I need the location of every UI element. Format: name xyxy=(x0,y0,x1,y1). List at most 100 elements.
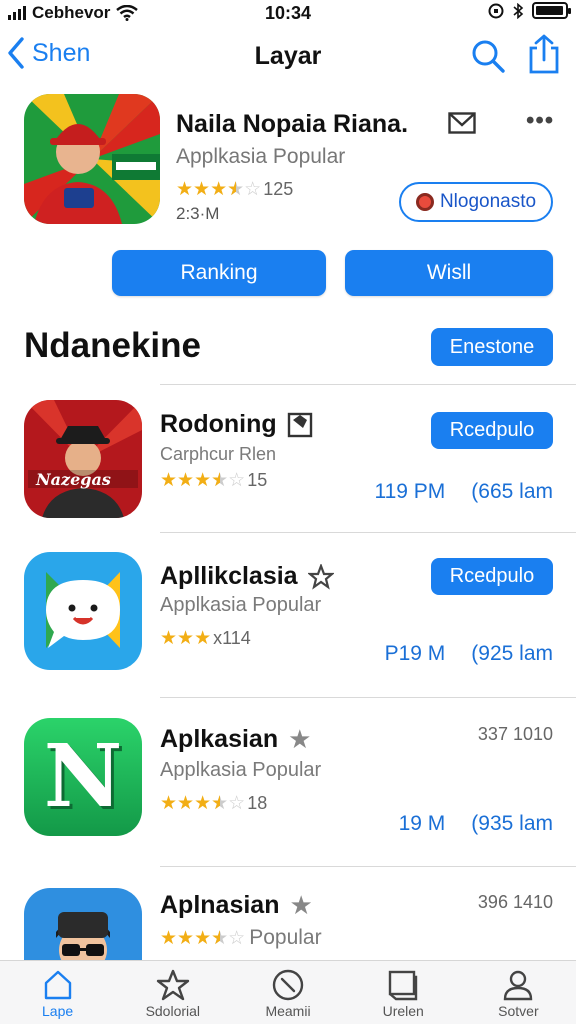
divider xyxy=(160,866,576,867)
app-artwork xyxy=(24,552,142,670)
status-bar: Cebhevor 10:34 xyxy=(0,0,576,26)
battery-level xyxy=(536,6,563,15)
app-meta: 19 M (935 lam xyxy=(399,812,553,836)
app-meta: 119 PM (665 lam xyxy=(374,480,553,504)
chevron-left-icon xyxy=(8,37,24,69)
get-button[interactable]: Rcedpulo xyxy=(431,412,553,449)
app-size: (935 lam xyxy=(471,812,553,835)
tab-home[interactable]: Lape xyxy=(0,961,115,1024)
app-artwork xyxy=(24,888,142,960)
rating-stars: ★★★★★☆ xyxy=(176,179,262,200)
star-icon xyxy=(156,969,189,1001)
featured-app: Naila Nopaia Riana. ••• Applkasia Popula… xyxy=(0,92,576,307)
app-time: P19 M xyxy=(384,642,446,665)
app-icon-text: N xyxy=(43,726,123,827)
app-name: Apllikclasia xyxy=(160,562,298,590)
app-size: (925 lam xyxy=(471,642,553,665)
more-button[interactable]: ••• xyxy=(526,109,554,133)
tab-label: Sdolorial xyxy=(145,1003,201,1019)
app-icon-text: Nazegas xyxy=(36,470,111,489)
list-item[interactable]: N Aplkasian ★ 337 1010 Applkasia Popular… xyxy=(0,702,576,862)
app-rating: ★★★★★☆ Popular xyxy=(160,926,322,950)
more-icon: ••• xyxy=(526,107,555,134)
app-subtitle: Applkasia Popular xyxy=(160,594,322,616)
share-icon xyxy=(529,34,559,74)
app-name: Rodoning xyxy=(160,410,277,438)
app-icon xyxy=(24,888,142,960)
back-button[interactable]: Shen xyxy=(6,36,90,70)
featured-app-title: Naila Nopaia Riana. xyxy=(176,110,409,138)
app-subtitle: Applkasia Popular xyxy=(160,759,322,781)
featured-app-artwork xyxy=(24,94,160,224)
app-artwork xyxy=(24,400,142,518)
app-subtitle: Popular xyxy=(249,926,322,949)
rating-count: 15 xyxy=(247,470,268,490)
divider xyxy=(160,532,576,533)
app-size: (665 lam xyxy=(471,480,553,503)
mail-button[interactable] xyxy=(448,112,476,139)
rating-count: x114 xyxy=(213,628,251,648)
app-title: Rodoning xyxy=(160,410,313,439)
list-item[interactable]: Aplnasian ★ 396 1410 ★★★★★☆ Popular xyxy=(0,870,576,960)
developer-dot-icon xyxy=(415,193,434,211)
get-button[interactable]: Rcedpulo xyxy=(431,558,553,595)
battery-icon xyxy=(532,2,571,19)
app-rating: ★★★ x114 xyxy=(160,627,251,650)
app-rating: ★★★★★☆ 18 xyxy=(160,792,267,815)
tab-bar: Lape Sdolorial Meamii Urelen Sotver xyxy=(0,960,576,1024)
section-title: Ndanekine xyxy=(24,326,201,365)
app-time: 19 M xyxy=(398,812,446,835)
tab-featured[interactable]: Sdolorial xyxy=(115,961,230,1024)
rating-stars: ★★★★★☆ xyxy=(160,793,246,814)
status-right xyxy=(488,2,571,19)
app-subtitle: Carphcur Rlen xyxy=(160,444,277,464)
featured-app-icon[interactable] xyxy=(24,94,160,224)
divider xyxy=(160,697,576,698)
person-icon xyxy=(504,970,533,1001)
rating-count: 18 xyxy=(247,793,268,813)
nav-bar: Shen Layar xyxy=(0,30,576,82)
app-rating: ★★★★★☆ 15 xyxy=(160,469,267,492)
rating-stars: ★★★★★☆ xyxy=(160,470,246,491)
search-icon xyxy=(472,40,505,73)
star-icon: ★ xyxy=(289,890,313,920)
search-button[interactable] xyxy=(470,38,506,79)
app-icon: Nazegas xyxy=(24,400,142,518)
tab-label: Lape xyxy=(42,1003,74,1019)
tab-profile[interactable]: Sotver xyxy=(461,961,576,1024)
share-button[interactable] xyxy=(526,34,562,79)
list-item[interactable]: Nazegas Rodoning Carphcur Rlen ★★★★★☆ 15… xyxy=(0,384,576,544)
app-title: Apllikclasia xyxy=(160,562,334,591)
badge-icon xyxy=(287,412,312,437)
app-title: Aplkasian ★ xyxy=(160,724,311,755)
star-icon: ★ xyxy=(288,724,312,754)
rating-count: 125 xyxy=(263,179,294,199)
rating-stars: ★★★★★☆ xyxy=(160,927,246,949)
app-title: Aplnasian ★ xyxy=(160,890,313,921)
rating-stars: ★★★ xyxy=(160,628,212,649)
tab-screens[interactable]: Urelen xyxy=(346,961,461,1024)
developer-chip-label: Nlogonasto xyxy=(439,191,537,212)
app-name: Aplkasian xyxy=(160,725,279,753)
tab-label: Urelen xyxy=(382,1003,424,1019)
home-icon xyxy=(44,970,71,1000)
section-action-button[interactable]: Enestone xyxy=(431,328,553,366)
bluetooth-icon xyxy=(513,2,524,19)
tab-updates[interactable]: Meamii xyxy=(230,961,345,1024)
app-number: 337 1010 xyxy=(477,724,553,744)
back-label: Shen xyxy=(32,38,91,67)
badge-icon xyxy=(307,563,334,590)
orientation-lock-icon xyxy=(488,3,504,18)
mail-icon xyxy=(448,112,476,134)
ranking-button[interactable]: Ranking xyxy=(112,250,326,296)
tab-label: Meamii xyxy=(265,1003,311,1019)
tab-label: Sotver xyxy=(498,1003,539,1019)
clock-icon xyxy=(272,969,304,1001)
wishlist-button[interactable]: Wisll xyxy=(345,250,553,296)
app-icon: N xyxy=(24,718,142,836)
list-item[interactable]: Apllikclasia Applkasia Popular ★★★ x114 … xyxy=(0,536,576,696)
app-name: Aplnasian xyxy=(160,891,280,919)
developer-chip[interactable]: Nlogonasto xyxy=(399,182,553,222)
app-meta: P19 M (925 lam xyxy=(385,642,553,666)
app-icon xyxy=(24,552,142,670)
